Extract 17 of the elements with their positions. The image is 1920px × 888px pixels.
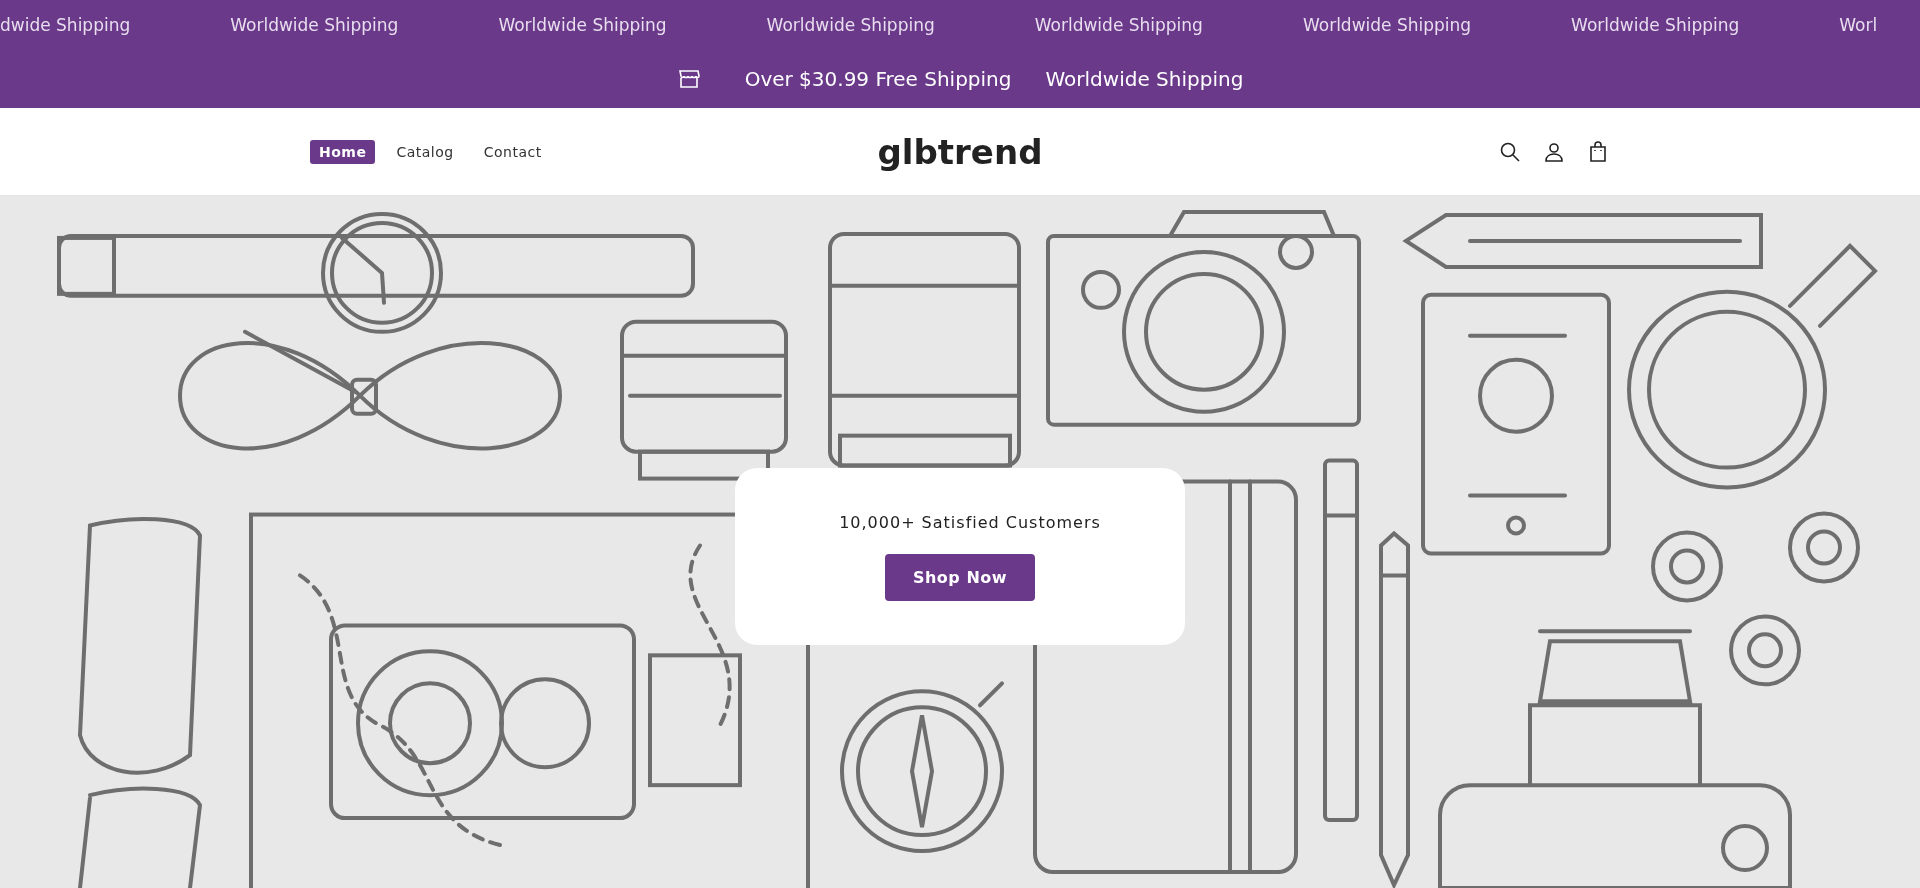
shop-now-button[interactable]: Shop Now xyxy=(884,553,1036,601)
nav-link[interactable]: Catalog xyxy=(387,139,463,164)
promo-text: 10,000+ Satisfied Customers xyxy=(838,512,1101,532)
marquee-text: dwide Shipping xyxy=(0,15,131,35)
marquee-text: Worldwide Shipping xyxy=(1034,15,1203,35)
marquee-text: Worldwide Shipping xyxy=(1571,15,1740,35)
announcement-text: Worldwide Shipping xyxy=(1045,67,1244,91)
marquee-text: Worldwide Shipping xyxy=(498,15,667,35)
announcement-text: Over $30.99 Free Shipping xyxy=(744,67,1012,91)
store-logo[interactable]: glbtrend xyxy=(877,131,1043,172)
marquee-text: Worldwide Shipping xyxy=(766,15,935,35)
storefront-icon xyxy=(676,67,701,91)
marquee-text: Worldwide Shipping xyxy=(1302,15,1472,35)
marquee-text: Worl xyxy=(1839,15,1878,35)
nav-link[interactable]: Home xyxy=(310,139,376,164)
marquee-text: Worldwide Shipping xyxy=(230,15,399,35)
nav-link[interactable]: Contact xyxy=(474,139,551,164)
